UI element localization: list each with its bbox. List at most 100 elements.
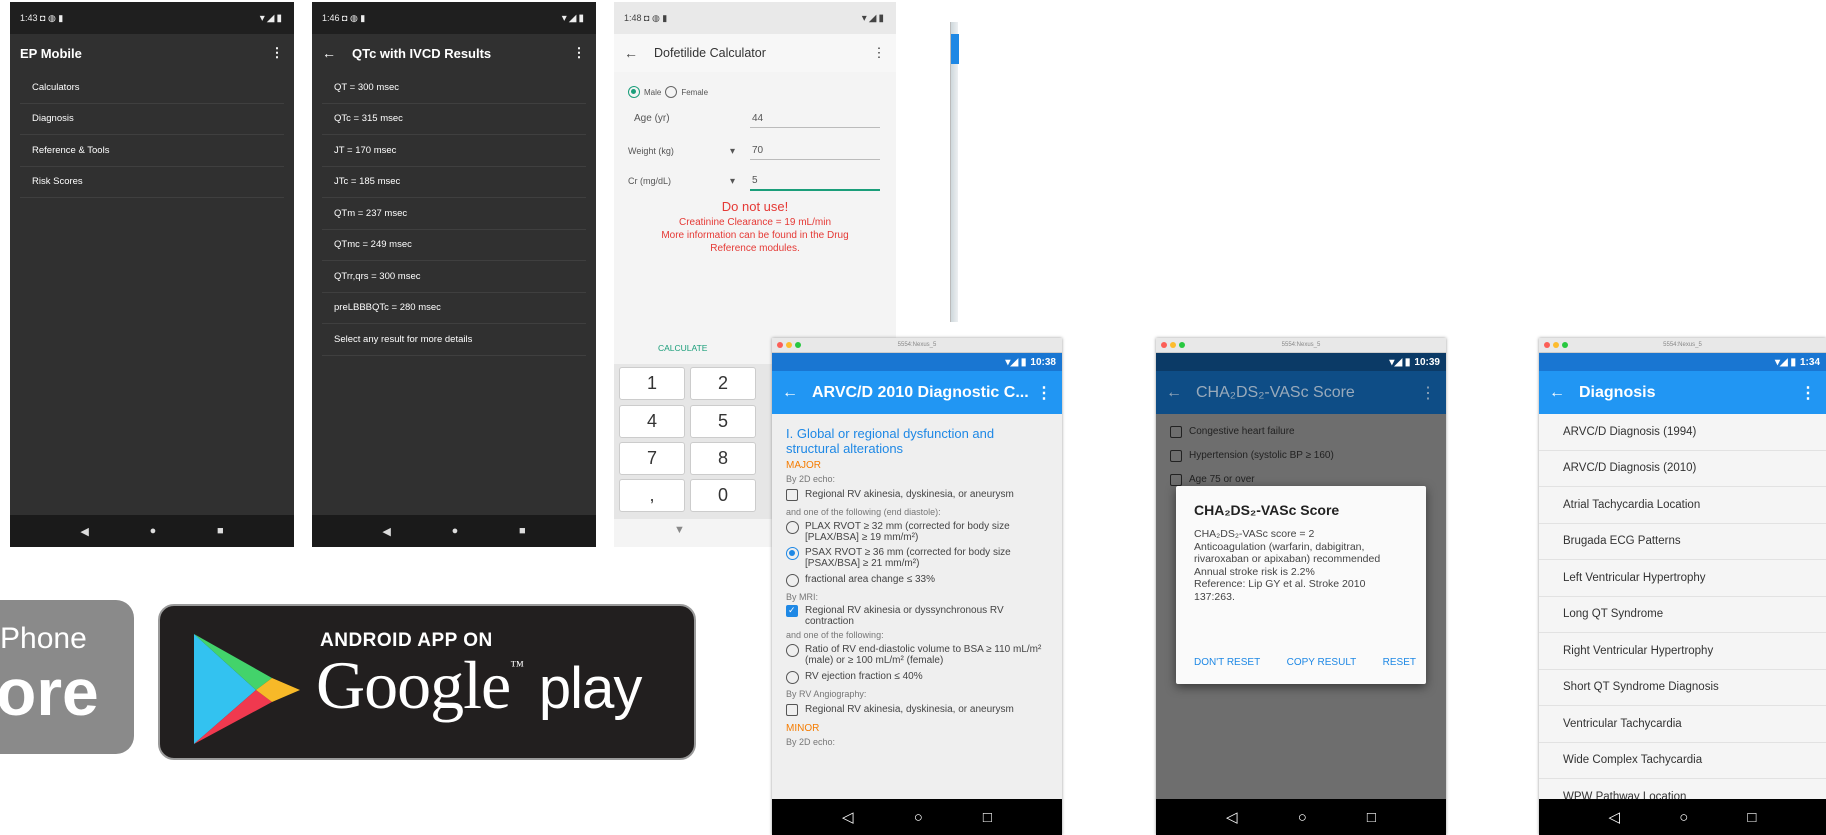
close-dot[interactable] — [1161, 342, 1167, 348]
key-comma[interactable]: , — [619, 479, 685, 512]
radio-button-selected[interactable] — [786, 547, 799, 560]
result-item[interactable]: JTc = 185 msec — [322, 167, 586, 198]
nav-back-icon[interactable]: ◁ — [1609, 808, 1621, 826]
checkbox-checked[interactable] — [786, 605, 798, 617]
risk-factor-row[interactable]: Hypertension (systolic BP ≥ 160) — [1156, 450, 1446, 462]
checkbox[interactable] — [1170, 474, 1182, 486]
risk-factor-row[interactable]: Age 75 or over — [1156, 474, 1446, 486]
age-input[interactable]: 44 — [752, 113, 763, 124]
nav-back-icon[interactable]: ◀ — [382, 525, 390, 538]
risk-factor-row[interactable]: Congestive heart failure — [1156, 426, 1446, 438]
collapse-keyboard-icon[interactable]: ▼ — [674, 524, 685, 536]
checkbox[interactable] — [1170, 426, 1182, 438]
checkbox[interactable] — [1170, 450, 1182, 462]
nav-recent-icon[interactable]: ■ — [217, 525, 224, 537]
key-8[interactable]: 8 — [690, 442, 756, 475]
checkbox[interactable] — [786, 704, 798, 716]
menu-item-diagnosis[interactable]: Diagnosis — [20, 104, 284, 135]
nav-home-icon[interactable]: ○ — [914, 809, 923, 826]
creatinine-unit-dropdown-icon[interactable]: ▾ — [730, 176, 735, 187]
nav-back-icon[interactable]: ◁ — [842, 808, 854, 826]
list-item[interactable]: Left Ventricular Hypertrophy — [1539, 560, 1826, 597]
minimize-dot[interactable] — [1553, 342, 1559, 348]
key-7[interactable]: 7 — [619, 442, 685, 475]
result-item[interactable]: QTrr,qrs = 300 msec — [322, 261, 586, 293]
result-item[interactable]: QTc = 315 msec — [322, 104, 586, 135]
key-4[interactable]: 4 — [619, 405, 685, 438]
criterion-row[interactable]: Regional RV akinesia, dyskinesia, or ane… — [772, 704, 1062, 716]
criterion-row[interactable]: RV ejection fraction ≤ 40% — [772, 671, 1062, 684]
nav-home-icon[interactable]: ● — [150, 525, 157, 537]
zoom-dot[interactable] — [1562, 342, 1568, 348]
calculate-button[interactable]: CALCULATE — [658, 343, 707, 353]
menu-item-reference-tools[interactable]: Reference & Tools — [20, 135, 284, 167]
close-dot[interactable] — [1544, 342, 1550, 348]
list-item[interactable]: ARVC/D Diagnosis (1994) — [1539, 414, 1826, 451]
weight-unit-dropdown-icon[interactable]: ▾ — [730, 146, 735, 157]
radio-button[interactable] — [786, 671, 799, 684]
criterion-row[interactable]: PSAX RVOT ≥ 36 mm (corrected for body si… — [772, 547, 1062, 569]
key-2[interactable]: 2 — [690, 367, 756, 400]
key-5[interactable]: 5 — [690, 405, 756, 438]
radio-button[interactable] — [786, 521, 799, 534]
list-item[interactable]: Brugada ECG Patterns — [1539, 524, 1826, 560]
overflow-menu-icon[interactable]: ⋮ — [572, 45, 586, 61]
dont-reset-button[interactable]: DON'T RESET — [1194, 657, 1260, 668]
google-play-badge[interactable]: ANDROID APP ON Google™ play — [158, 604, 696, 760]
overflow-menu-icon[interactable]: ⋮ — [1800, 383, 1816, 403]
overflow-menu-icon[interactable]: ⋮ — [270, 45, 284, 61]
minimize-dot[interactable] — [1170, 342, 1176, 348]
criterion-row[interactable]: Regional RV akinesia or dyssynchronous R… — [772, 605, 1062, 627]
nav-recent-icon[interactable]: □ — [1367, 809, 1376, 826]
list-item[interactable]: Wide Complex Tachycardia — [1539, 743, 1826, 779]
result-item[interactable]: QT = 300 msec — [322, 72, 586, 104]
key-1[interactable]: 1 — [619, 367, 685, 400]
nav-home-icon[interactable]: ○ — [1298, 809, 1307, 826]
radio-button[interactable] — [786, 574, 799, 587]
back-arrow-icon[interactable]: ← — [1166, 384, 1182, 402]
nav-back-icon[interactable]: ◀ — [80, 525, 88, 538]
overflow-menu-icon[interactable]: ⋮ — [872, 45, 886, 61]
male-radio[interactable] — [628, 86, 640, 98]
reset-button[interactable]: RESET — [1383, 657, 1416, 668]
nav-home-icon[interactable]: ○ — [1679, 809, 1688, 826]
zoom-dot[interactable] — [795, 342, 801, 348]
criterion-row[interactable]: Regional RV akinesia, dyskinesia, or ane… — [772, 489, 1062, 501]
overflow-menu-icon[interactable]: ⋮ — [1036, 383, 1052, 403]
weight-input[interactable]: 70 — [752, 145, 763, 156]
radio-button[interactable] — [786, 644, 799, 657]
nav-home-icon[interactable]: ● — [452, 525, 459, 537]
result-item[interactable]: QTm = 237 msec — [322, 198, 586, 230]
result-item[interactable]: preLBBBQTc = 280 msec — [322, 293, 586, 324]
result-item[interactable]: JT = 170 msec — [322, 135, 586, 167]
key-0[interactable]: 0 — [690, 479, 756, 512]
nav-back-icon[interactable]: ◁ — [1226, 808, 1238, 826]
list-item[interactable]: Short QT Syndrome Diagnosis — [1539, 670, 1826, 706]
app-store-badge[interactable]: Phone ore — [0, 600, 134, 754]
overflow-menu-icon[interactable]: ⋮ — [1420, 383, 1436, 403]
checkbox[interactable] — [786, 489, 798, 501]
criterion-row[interactable]: Ratio of RV end-diastolic volume to BSA … — [772, 644, 1062, 666]
list-item[interactable]: ARVC/D Diagnosis (2010) — [1539, 451, 1826, 487]
list-item[interactable]: Right Ventricular Hypertrophy — [1539, 633, 1826, 670]
back-arrow-icon[interactable]: ← — [1549, 384, 1565, 402]
close-dot[interactable] — [777, 342, 783, 348]
copy-result-button[interactable]: COPY RESULT — [1287, 657, 1357, 668]
female-radio[interactable] — [665, 86, 678, 98]
list-item[interactable]: Ventricular Tachycardia — [1539, 706, 1826, 743]
list-item[interactable]: Atrial Tachycardia Location — [1539, 487, 1826, 524]
back-arrow-icon[interactable]: ← — [624, 45, 638, 61]
menu-item-calculators[interactable]: Calculators — [20, 72, 284, 104]
back-arrow-icon[interactable]: ← — [782, 384, 798, 402]
nav-recent-icon[interactable]: □ — [983, 809, 992, 826]
zoom-dot[interactable] — [1179, 342, 1185, 348]
menu-item-risk-scores[interactable]: Risk Scores — [20, 167, 284, 198]
minimize-dot[interactable] — [786, 342, 792, 348]
back-arrow-icon[interactable]: ← — [322, 45, 336, 61]
criterion-row[interactable]: PLAX RVOT ≥ 32 mm (corrected for body si… — [772, 521, 1062, 543]
result-item[interactable]: QTmc = 249 msec — [322, 230, 586, 261]
nav-recent-icon[interactable]: ■ — [519, 525, 526, 537]
list-item[interactable]: Long QT Syndrome — [1539, 597, 1826, 633]
criterion-row[interactable]: fractional area change ≤ 33% — [772, 574, 1062, 587]
nav-recent-icon[interactable]: □ — [1747, 809, 1756, 826]
